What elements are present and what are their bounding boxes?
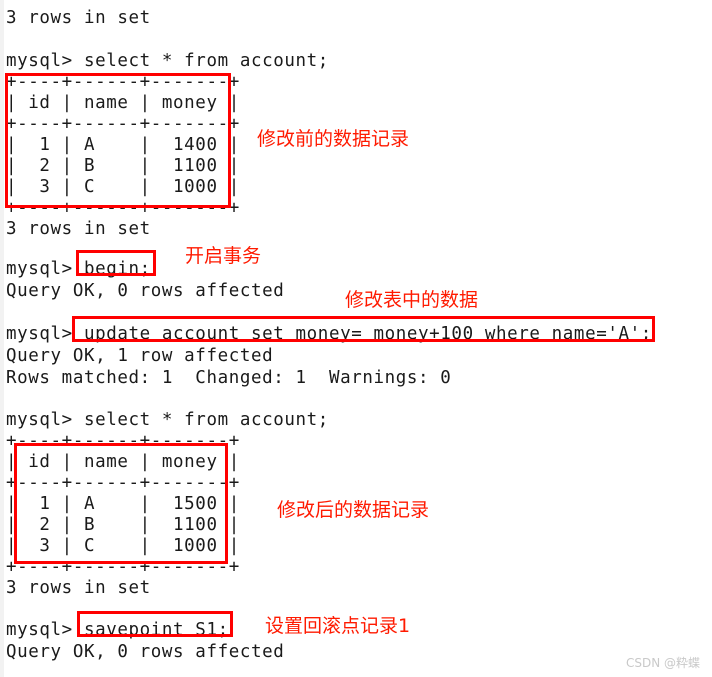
terminal-line-select-before: mysql> select * from account; — [6, 51, 329, 71]
csdn-watermark: CSDN @粋蝶 — [625, 656, 700, 670]
annotation-modify-table-data: 修改表中的数据 — [345, 289, 479, 311]
terminal-line-query-ok: Query OK, 1 row affected — [6, 346, 274, 366]
begin-command-highlight-box — [76, 250, 156, 276]
annotation-begin-transaction: 开启事务 — [185, 245, 262, 267]
terminal-line-rows-matched: Rows matched: 1 Changed: 1 Warnings: 0 — [6, 368, 452, 388]
terminal-line-rowcount: 3 rows in set — [6, 578, 151, 598]
update-command-highlight-box — [72, 316, 655, 342]
terminal-line-query-ok: Query OK, 0 rows affected — [6, 281, 285, 301]
terminal-line-rowcount: 3 rows in set — [6, 219, 151, 239]
annotation-set-savepoint: 设置回滚点记录1 — [265, 615, 411, 637]
savepoint-command-highlight-box — [77, 611, 233, 637]
table-after-highlight-box — [14, 443, 228, 564]
annotation-after-data: 修改后的数据记录 — [277, 499, 430, 521]
annotation-before-data: 修改前的数据记录 — [257, 128, 410, 150]
terminal-line-query-ok: Query OK, 0 rows affected — [6, 642, 285, 662]
terminal-line-select-after: mysql> select * from account; — [6, 410, 329, 430]
table-before-highlight-box — [5, 73, 231, 208]
terminal-line: 3 rows in set — [6, 8, 151, 28]
